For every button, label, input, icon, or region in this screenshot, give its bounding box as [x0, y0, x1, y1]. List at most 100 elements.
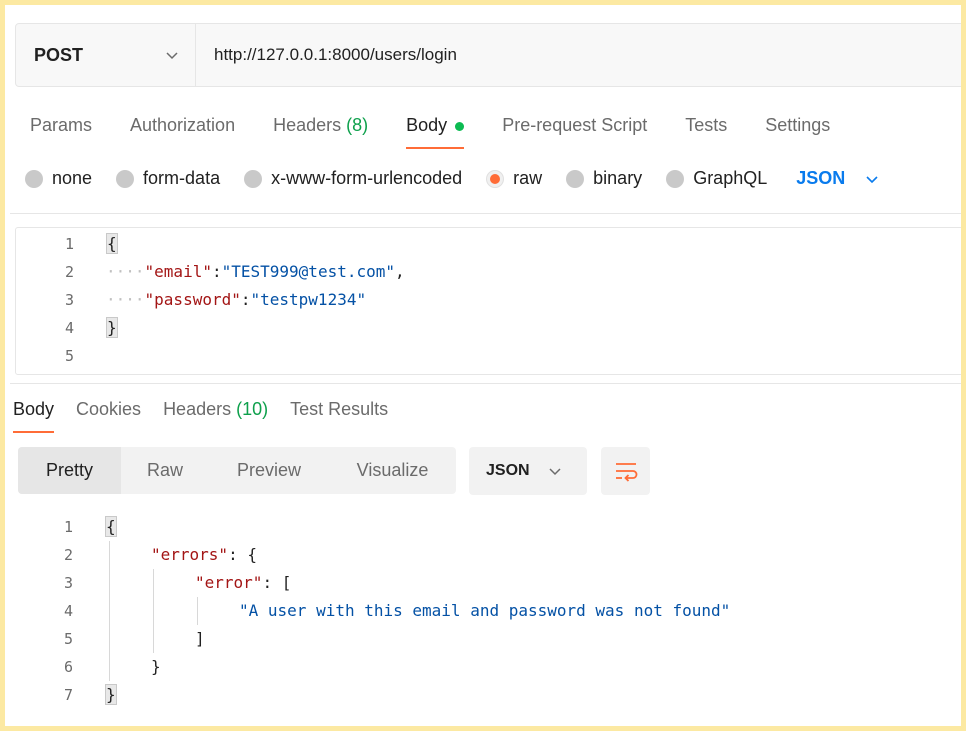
tab-tests[interactable]: Tests	[685, 111, 727, 149]
headers-count: (8)	[346, 115, 369, 135]
url-input[interactable]: http://127.0.0.1:8000/users/login	[196, 45, 457, 65]
divider	[10, 383, 961, 384]
postman-window: POST http://127.0.0.1:8000/users/login P…	[0, 0, 966, 731]
colon-brace: : {	[228, 545, 257, 564]
radio-label: binary	[593, 168, 643, 188]
view-pretty-button[interactable]: Pretty	[18, 447, 121, 494]
line-number: 7	[63, 686, 73, 704]
request-body-editor[interactable]: 1 2 3 4 5 { ····"email":"TEST999@test.co…	[15, 227, 961, 375]
json-key-errors: "errors"	[151, 545, 229, 564]
tab-label: Params	[30, 115, 93, 135]
view-raw-button[interactable]: Raw	[121, 447, 209, 494]
radio-label: GraphQL	[693, 168, 768, 188]
request-url-bar: POST http://127.0.0.1:8000/users/login	[15, 23, 961, 87]
response-tab-headers[interactable]: Headers (10)	[163, 395, 268, 433]
tab-label: Authorization	[130, 115, 236, 135]
line-number: 5	[63, 630, 73, 648]
body-format-select[interactable]: JSON	[791, 168, 879, 189]
line-number: 4	[64, 319, 74, 337]
radio-circle	[25, 169, 43, 188]
error-message: "A user with this email and password was…	[239, 601, 731, 620]
view-visualize-button[interactable]: Visualize	[329, 447, 456, 494]
line-number: 3	[63, 574, 73, 592]
radio-label: form-data	[143, 168, 221, 188]
radio-circle	[566, 169, 585, 188]
wrap-lines-icon	[615, 463, 637, 482]
request-tabs: Params Authorization Headers (8) Body Pr…	[15, 111, 868, 151]
indent-guide	[109, 541, 110, 681]
comma: ,	[395, 262, 405, 281]
radio-graphql[interactable]: GraphQL	[666, 168, 767, 189]
radio-x-www-form-urlencoded[interactable]: x-www-form-urlencoded	[244, 168, 462, 189]
response-headers-count: (10)	[236, 399, 269, 419]
tab-label: Tests	[685, 115, 728, 135]
line-number: 6	[63, 658, 73, 676]
response-tabs: Body Cookies Headers (10) Test Results	[13, 395, 410, 433]
chevron-down-icon	[549, 468, 561, 476]
tab-label: Cookies	[76, 399, 142, 419]
json-key-error: "error"	[195, 573, 263, 592]
indent-guide	[153, 569, 154, 653]
tab-headers[interactable]: Headers (8)	[273, 111, 368, 149]
line-number: 4	[63, 602, 73, 620]
tab-settings[interactable]: Settings	[765, 111, 830, 149]
line-number: 1	[64, 235, 74, 253]
response-body-viewer: 1 2 3 4 5 6 7 { "errors": { "error": [ "…	[5, 511, 961, 711]
view-mode-selector: Pretty Raw Preview Visualize	[18, 447, 456, 494]
radio-circle	[244, 169, 263, 188]
open-brace: {	[106, 233, 118, 254]
radio-binary[interactable]: binary	[566, 168, 642, 189]
line-number: 1	[63, 518, 73, 536]
radio-circle	[666, 169, 685, 188]
view-preview-button[interactable]: Preview	[209, 447, 329, 494]
tab-authorization[interactable]: Authorization	[130, 111, 235, 149]
tab-params[interactable]: Params	[30, 111, 92, 149]
tab-body[interactable]: Body	[406, 111, 465, 149]
tab-label: Headers	[163, 399, 232, 419]
tab-label: Headers	[273, 115, 342, 135]
tab-pre-request-script[interactable]: Pre-request Script	[502, 111, 647, 149]
tab-label: Body	[406, 115, 448, 135]
colon: :	[240, 290, 251, 309]
radio-circle-selected	[486, 169, 505, 188]
tab-label: Test Results	[290, 399, 389, 419]
radio-raw[interactable]: raw	[486, 168, 542, 189]
body-type-options: none form-data x-www-form-urlencoded raw…	[25, 168, 879, 189]
close-brace: }	[105, 684, 117, 705]
wrap-lines-button[interactable]	[601, 447, 650, 495]
radio-circle	[116, 169, 135, 188]
chevron-down-icon	[166, 52, 178, 60]
json-key-password: "password"	[144, 290, 241, 309]
radio-label: none	[52, 168, 93, 188]
method-select[interactable]: POST	[16, 24, 196, 86]
line-number: 2	[63, 546, 73, 564]
tab-label: Pre-request Script	[502, 115, 648, 135]
indent-guide	[197, 597, 198, 625]
colon: :	[211, 262, 222, 281]
response-tab-body[interactable]: Body	[13, 395, 55, 433]
tab-label: Body	[13, 399, 55, 419]
response-tab-cookies[interactable]: Cookies	[76, 395, 141, 433]
body-format-label: JSON	[796, 168, 846, 188]
body-indicator-dot	[455, 121, 465, 131]
divider	[10, 213, 961, 214]
line-number: 2	[64, 263, 74, 281]
chevron-down-icon	[866, 175, 878, 183]
inner-close-brace: }	[151, 657, 161, 676]
radio-form-data[interactable]: form-data	[116, 168, 220, 189]
tab-label: Settings	[765, 115, 831, 135]
response-format-select[interactable]: JSON	[469, 447, 587, 495]
radio-label: x-www-form-urlencoded	[271, 168, 463, 188]
whitespace-dots: ····	[106, 290, 145, 309]
method-label: POST	[34, 44, 84, 65]
radio-none[interactable]: none	[25, 168, 92, 189]
json-value-email: "TEST999@test.com"	[221, 262, 395, 281]
open-brace: {	[105, 516, 117, 537]
response-format-label: JSON	[486, 462, 530, 479]
colon-bracket: : [	[262, 573, 292, 592]
response-tab-test-results[interactable]: Test Results	[290, 395, 388, 433]
radio-label: raw	[513, 168, 543, 188]
json-key-email: "email"	[144, 262, 212, 281]
close-brace: }	[106, 317, 118, 338]
line-number: 3	[64, 291, 74, 309]
